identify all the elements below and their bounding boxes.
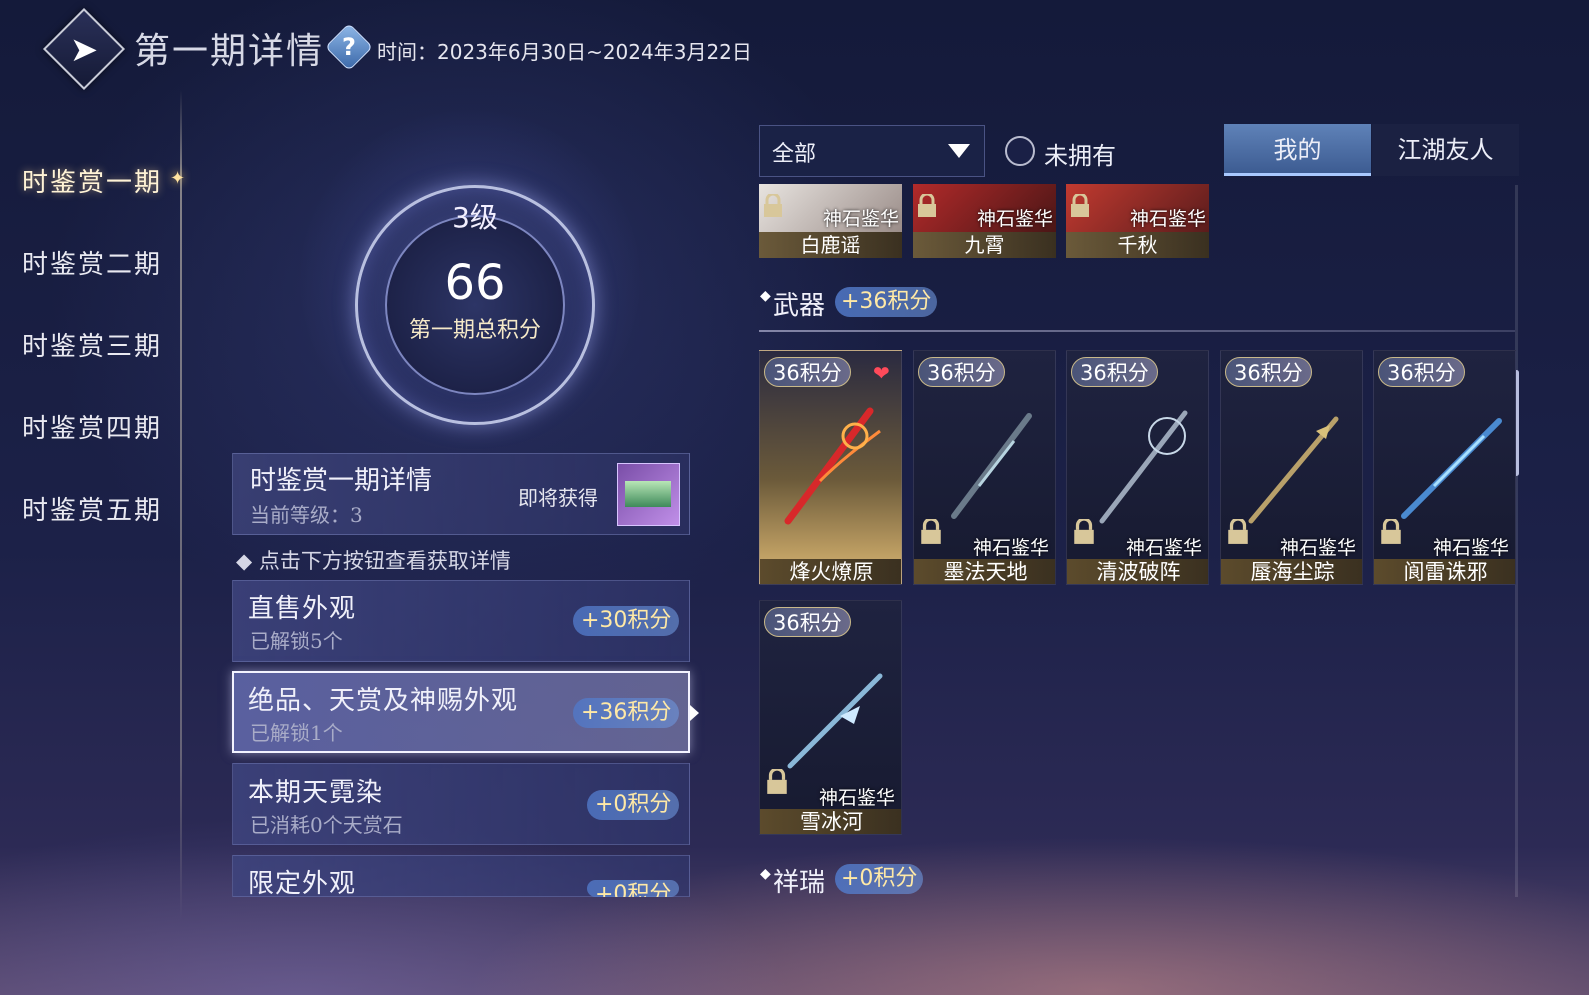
lock-icon xyxy=(1074,519,1094,544)
weapon-image xyxy=(951,413,1032,519)
category-sub: 已消耗0个天赏石 xyxy=(250,813,403,837)
selected-marker-icon: ✦ xyxy=(170,168,186,189)
weapon-section-title: 武器 xyxy=(773,291,826,321)
sidebar-item-period-5[interactable]: 时鉴赏五期 xyxy=(22,490,182,530)
source-tag: 神石鉴华 xyxy=(1279,537,1356,559)
weapon-card[interactable]: 36积分 神石鉴华 蜃海尘踪 xyxy=(1220,350,1363,585)
tab-mine[interactable]: 我的 xyxy=(1224,124,1371,176)
total-score: 66 xyxy=(444,255,506,311)
auspicious-section-badge: +0积分 xyxy=(835,864,924,894)
weapon-image xyxy=(1099,410,1188,524)
source-tag: 神石鉴华 xyxy=(1432,537,1509,559)
weapon-name: 阆雷诛邪 xyxy=(1403,560,1488,584)
sidebar-item-period-2[interactable]: 时鉴赏二期 xyxy=(22,244,182,284)
hint-label: 点击下方按钮查看获取详情 xyxy=(258,549,511,573)
filter-selected: 全部 xyxy=(772,142,817,167)
reward-image xyxy=(625,481,671,507)
weapon-image xyxy=(787,673,883,769)
unowned-label[interactable]: 未拥有 xyxy=(1044,136,1116,171)
lock-icon xyxy=(1228,519,1248,544)
sidebar-item-period-4[interactable]: 时鉴赏四期 xyxy=(22,408,182,448)
lock-icon xyxy=(921,519,941,544)
source-tag: 神石鉴华 xyxy=(976,208,1053,230)
category-points-badge: +30积分 xyxy=(573,606,680,636)
unowned-radio[interactable] xyxy=(1005,136,1035,166)
weapon-card[interactable]: 36积分 神石鉴华 雪冰河 xyxy=(759,600,902,835)
current-level: 当前等级：3 xyxy=(250,503,363,527)
back-arrow-icon[interactable]: ➤ xyxy=(62,30,106,70)
section-bullet-icon: ◆ xyxy=(760,288,771,304)
heart-icon[interactable]: ❤ xyxy=(873,361,890,385)
source-tag: 神石鉴华 xyxy=(1129,208,1206,230)
outfit-name: 九霄 xyxy=(964,233,1005,257)
weapon-image xyxy=(1401,418,1502,519)
outfit-card[interactable]: 神石鉴华 千秋 xyxy=(1066,184,1209,258)
category-points-badge: +0积分 xyxy=(587,880,680,897)
category-sub: 已解锁1个 xyxy=(250,721,343,745)
points-badge: 36积分 xyxy=(1071,357,1158,387)
points-badge: 36积分 xyxy=(764,607,851,637)
source-tag: 神石鉴华 xyxy=(818,787,895,809)
active-pointer-icon xyxy=(690,705,699,721)
weapon-image xyxy=(1248,416,1339,524)
category-title: 限定外观 xyxy=(248,869,357,899)
source-tag: 神石鉴华 xyxy=(1125,537,1202,559)
weapon-name: 雪冰河 xyxy=(800,810,863,834)
question-icon[interactable]: ? xyxy=(332,30,366,64)
lock-icon xyxy=(918,194,936,217)
weapon-name: 烽火燎原 xyxy=(789,560,874,584)
section-divider xyxy=(759,330,1515,332)
category-sub: 已解锁5个 xyxy=(250,629,343,653)
weapon-name: 蜃海尘踪 xyxy=(1250,560,1335,584)
lock-icon xyxy=(1381,519,1401,544)
category-title: 本期天霓染 xyxy=(248,778,384,808)
weapon-name: 清波破阵 xyxy=(1096,560,1181,584)
tab-friends[interactable]: 江湖友人 xyxy=(1372,124,1519,176)
score-caption: 第一期总积分 xyxy=(408,318,541,343)
page-title: 第一期详情 xyxy=(134,31,325,72)
lock-icon xyxy=(1071,194,1089,217)
points-badge: 36积分 xyxy=(764,357,851,387)
outfit-name: 白鹿谣 xyxy=(800,233,861,257)
weapon-image xyxy=(784,407,881,525)
category-points-badge: +0积分 xyxy=(587,790,680,820)
weapon-card[interactable]: 36积分 神石鉴华 阆雷诛邪 xyxy=(1373,350,1516,585)
chevron-down-icon[interactable] xyxy=(948,144,970,158)
sidebar-item-period-3[interactable]: 时鉴赏三期 xyxy=(22,326,182,366)
weapon-name: 墨法天地 xyxy=(943,560,1028,584)
outfit-name: 千秋 xyxy=(1117,233,1158,257)
lock-icon xyxy=(764,194,782,217)
outfit-card[interactable]: 神石鉴华 白鹿谣 xyxy=(759,184,902,258)
source-tag: 神石鉴华 xyxy=(822,208,899,230)
weapon-card[interactable]: 36积分 ❤ 烽火燎原 xyxy=(759,350,902,585)
sidebar-item-period-1[interactable]: 时鉴赏一期 xyxy=(22,162,182,202)
weapon-section-badge: +36积分 xyxy=(835,287,938,317)
detail-title: 时鉴赏一期详情 xyxy=(250,466,433,496)
source-tag: 神石鉴华 xyxy=(972,537,1049,559)
section-bullet-icon: ◆ xyxy=(760,866,771,882)
category-points-badge: +36积分 xyxy=(573,698,680,728)
time-range: 时间：2023年6月30日~2024年3月22日 xyxy=(377,40,752,64)
level-label: 3级 xyxy=(452,201,498,234)
points-badge: 36积分 xyxy=(918,357,1005,387)
hint-text: ◆ 点击下方按钮查看获取详情 xyxy=(236,549,511,573)
points-badge: 36积分 xyxy=(1378,357,1465,387)
auspicious-section-title: 祥瑞 xyxy=(773,868,826,898)
outfit-card[interactable]: 神石鉴华 九霄 xyxy=(913,184,1056,258)
category-title: 直售外观 xyxy=(248,594,357,624)
points-badge: 36积分 xyxy=(1225,357,1312,387)
category-title: 绝品、天赏及神赐外观 xyxy=(248,686,519,716)
upcoming-reward-label: 即将获得 xyxy=(518,486,598,510)
lock-icon xyxy=(767,769,787,794)
weapon-card[interactable]: 36积分 神石鉴华 清波破阵 xyxy=(1066,350,1209,585)
weapon-card[interactable]: 36积分 神石鉴华 墨法天地 xyxy=(913,350,1056,585)
